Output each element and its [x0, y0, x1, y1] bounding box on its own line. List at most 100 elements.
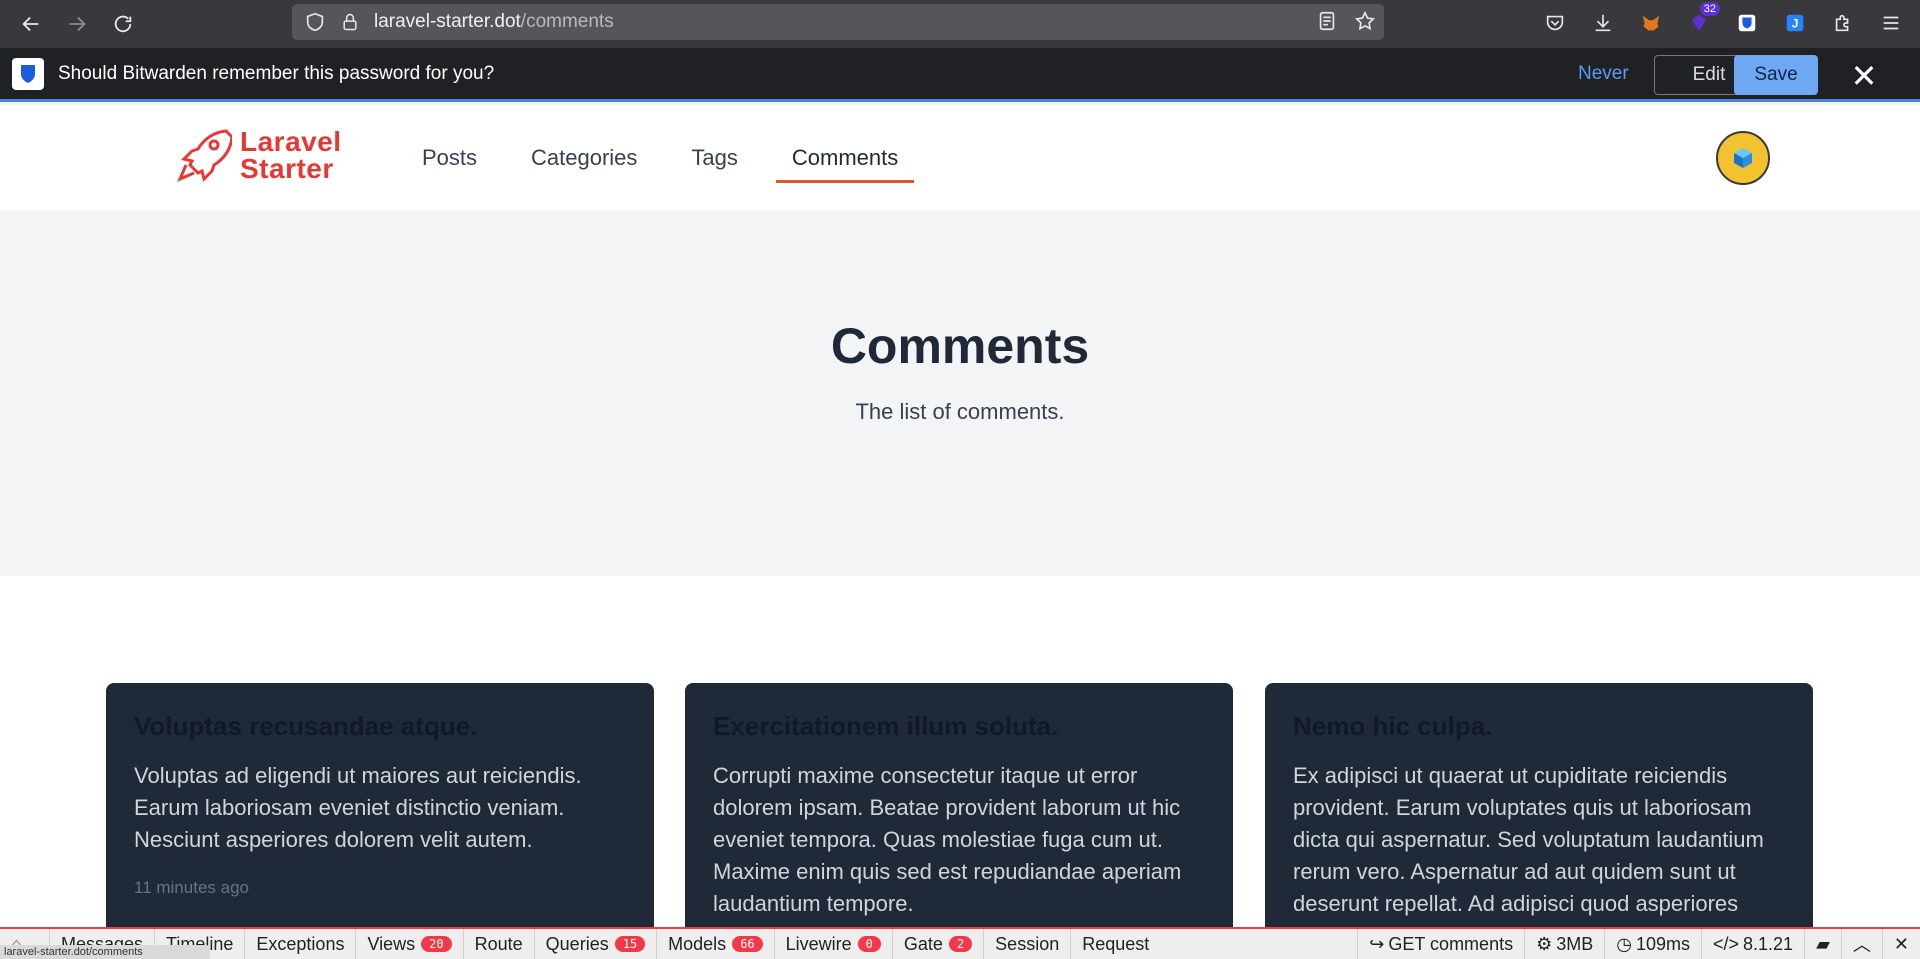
- time-value: 109ms: [1635, 933, 1690, 954]
- cube-icon: [1734, 148, 1752, 168]
- save-button[interactable]: Save: [1734, 55, 1818, 95]
- reload-button[interactable]: [108, 9, 138, 39]
- nav-categories[interactable]: Categories: [515, 105, 653, 211]
- rocket-icon: [177, 129, 232, 182]
- debugbar-request-info[interactable]: ↪ GET comments: [1357, 929, 1524, 959]
- avatar[interactable]: [1716, 131, 1770, 185]
- debugbar-tab-views[interactable]: Views 20: [356, 929, 464, 959]
- tab-label: Gate: [903, 933, 943, 954]
- debugbar-time: ◷ 109ms: [1604, 929, 1701, 959]
- url-text[interactable]: laravel-starter.dot/comments: [374, 11, 614, 33]
- cogs-icon: ⚙: [1536, 933, 1553, 954]
- pocket-button[interactable]: [1540, 8, 1570, 38]
- status-url-overlay: laravel-starter.dot/comments: [0, 945, 210, 959]
- nav-comments[interactable]: Comments: [775, 105, 915, 211]
- comment-card[interactable]: Nemo hic culpa. Ex adipisci ut quaerat u…: [1265, 683, 1813, 943]
- tab-label: Views: [367, 933, 416, 954]
- debugbar-tab-models[interactable]: Models 66: [657, 929, 775, 959]
- puzzle-icon: [1835, 14, 1849, 32]
- bitwarden-save-bar: Should Bitwarden remember this password …: [0, 48, 1920, 102]
- url-path: /comments: [520, 11, 614, 32]
- request-label: GET comments: [1388, 933, 1514, 954]
- bitwarden-extension-button[interactable]: [1732, 8, 1762, 38]
- tab-label: Models: [668, 933, 727, 954]
- reload-icon: [114, 15, 132, 33]
- reader-view-icon[interactable]: [1316, 10, 1338, 32]
- comment-card[interactable]: Voluptas recusandae atque. Voluptas ad e…: [106, 683, 654, 943]
- fox-icon: [1642, 15, 1660, 31]
- back-button[interactable]: [16, 9, 46, 39]
- bitwarden-logo-icon: [12, 57, 44, 90]
- tab-count-badge: 20: [421, 936, 452, 952]
- main-nav: Posts Categories Tags Comments: [406, 105, 936, 211]
- bitwarden-prompt: Should Bitwarden remember this password …: [58, 62, 495, 84]
- debugbar-php-version: </> 8.1.21: [1700, 929, 1804, 959]
- tab-label: Queries: [545, 933, 609, 954]
- tab-count-badge: 2: [948, 936, 973, 952]
- downloads-button[interactable]: [1588, 8, 1618, 38]
- never-button[interactable]: Never: [1578, 63, 1629, 85]
- svg-text:J: J: [1792, 17, 1799, 31]
- tab-count-badge: 15: [614, 936, 646, 952]
- extension-badge: 32: [1699, 2, 1720, 16]
- debugbar-tab-queries[interactable]: Queries 15: [535, 929, 658, 959]
- extension-button[interactable]: 32: [1684, 2, 1720, 38]
- address-bar[interactable]: laravel-starter.dot/comments: [292, 4, 1384, 40]
- forward-button[interactable]: [62, 9, 92, 39]
- download-icon: [1595, 14, 1611, 32]
- app-menu-button[interactable]: [1876, 8, 1906, 38]
- debugbar-tab-session[interactable]: Session: [984, 929, 1072, 959]
- debugbar: ⌂ Messages Timeline Exceptions Views 20 R…: [0, 927, 1920, 959]
- url-host: laravel-starter.dot: [374, 11, 521, 32]
- shield-icon[interactable]: [304, 11, 326, 33]
- comment-body: Corrupti maxime consectetur itaque ut er…: [713, 763, 1182, 916]
- extensions-button[interactable]: [1828, 8, 1858, 38]
- site-header: Laravel Starter Posts Categories Tags Co…: [0, 105, 1920, 211]
- tab-label: Livewire: [785, 933, 852, 954]
- browser-toolbar: laravel-starter.dot/comments 32 J: [0, 0, 1920, 48]
- bitwarden-icon: [1738, 14, 1756, 32]
- jira-extension-button[interactable]: J: [1780, 8, 1810, 38]
- comment-title[interactable]: Nemo hic culpa.: [1293, 711, 1785, 742]
- j-logo-icon: J: [1786, 14, 1804, 32]
- comment-card[interactable]: Exercitationem illum soluta. Corrupti ma…: [685, 683, 1233, 943]
- pocket-icon: [1546, 15, 1564, 31]
- nav-posts[interactable]: Posts: [406, 105, 493, 211]
- clock-icon: ◷: [1616, 933, 1632, 954]
- lock-icon[interactable]: [340, 12, 360, 32]
- debugbar-tab-gate[interactable]: Gate 2: [893, 929, 985, 959]
- debugbar-tab-livewire[interactable]: Livewire 0: [775, 929, 893, 959]
- nav-tags[interactable]: Tags: [675, 105, 753, 211]
- debugbar-tab-exceptions[interactable]: Exceptions: [245, 929, 357, 959]
- close-icon[interactable]: ✕: [1848, 58, 1880, 94]
- php-version-value: 8.1.21: [1743, 933, 1794, 954]
- debugbar-close-icon[interactable]: ✕: [1881, 929, 1920, 959]
- arrow-left-icon: [22, 16, 39, 32]
- metamask-extension-button[interactable]: [1636, 8, 1666, 38]
- comment-body: Ex adipisci ut quaerat ut cupiditate rei…: [1293, 763, 1764, 916]
- site-logo[interactable]: Laravel Starter: [176, 127, 342, 183]
- debugbar-memory: ⚙ 3MB: [1524, 929, 1604, 959]
- comment-timestamp: 11 minutes ago: [134, 878, 249, 897]
- comment-body: Voluptas ad eligendi ut maiores aut reic…: [134, 763, 582, 852]
- comment-title[interactable]: Voluptas recusandae atque.: [134, 711, 626, 742]
- debugbar-tab-request[interactable]: Request: [1071, 929, 1160, 959]
- tab-count-badge: 0: [857, 936, 881, 952]
- logo-text-line1: Laravel: [240, 126, 342, 157]
- debugbar-tab-route[interactable]: Route: [464, 929, 535, 959]
- memory-value: 3MB: [1556, 933, 1594, 954]
- page-hero: Comments The list of comments.: [0, 211, 1920, 576]
- hamburger-menu-icon: [1883, 16, 1899, 30]
- arrow-right-icon: [69, 16, 86, 32]
- bookmark-star-icon[interactable]: [1354, 10, 1376, 32]
- debugbar-maximize-icon[interactable]: ︿: [1840, 929, 1882, 959]
- comments-list: Voluptas recusandae atque. Voluptas ad e…: [0, 576, 1920, 959]
- page-subtitle: The list of comments.: [855, 399, 1065, 424]
- comment-title[interactable]: Exercitationem illum soluta.: [713, 711, 1205, 742]
- share-icon: ↪: [1369, 933, 1385, 954]
- code-icon: </>: [1712, 933, 1740, 954]
- page-title: Comments: [830, 318, 1090, 374]
- logo-text-line2: Starter: [240, 153, 334, 184]
- debugbar-open-icon[interactable]: ▰: [1804, 929, 1841, 959]
- tab-count-badge: 66: [732, 936, 763, 952]
